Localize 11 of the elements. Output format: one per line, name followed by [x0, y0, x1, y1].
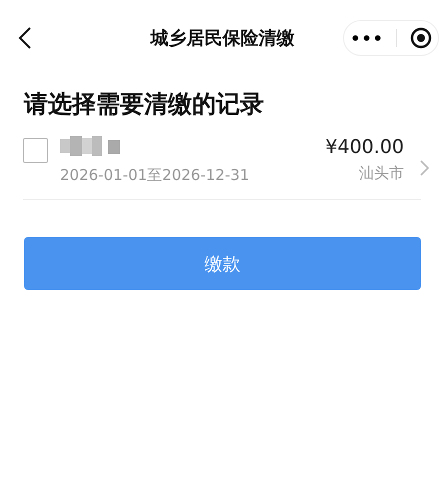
period-text: 2026-01-01至2026-12-31: [60, 166, 250, 185]
page-title: 城乡居民保险清缴: [150, 27, 294, 50]
more-button[interactable]: •••: [350, 28, 384, 48]
close-target-icon[interactable]: [410, 27, 432, 49]
chevron-right-icon: [420, 160, 429, 176]
back-icon[interactable]: [18, 26, 32, 50]
redacted-name: [60, 136, 122, 156]
section-heading: 请选择需要清缴的记录: [22, 89, 265, 120]
amount-text: ¥400.00: [325, 136, 404, 158]
checkbox[interactable]: [23, 138, 48, 163]
city-text: 汕头市: [359, 164, 404, 183]
